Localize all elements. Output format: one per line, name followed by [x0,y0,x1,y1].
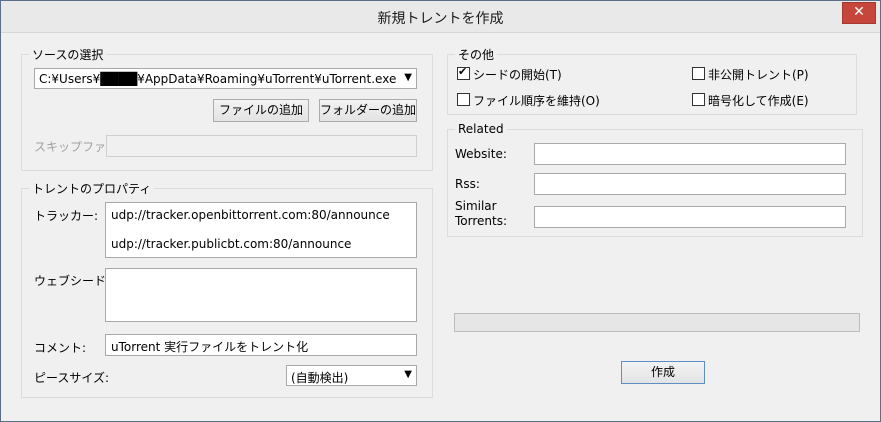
chevron-down-icon[interactable]: ▼ [404,72,412,83]
piece-size-label: ピースサイズ: [34,371,110,385]
encrypt-checkbox[interactable] [692,93,705,106]
comment-input[interactable]: uTorrent 実行ファイルをトレント化 [105,334,417,356]
webseed-textarea[interactable] [105,268,417,322]
other-legend: その他 [458,48,495,62]
related-legend: Related [458,122,504,136]
checkmark-icon: ✔ [458,65,468,78]
comment-value: uTorrent 実行ファイルをトレント化 [111,340,309,354]
start-seeding-checkbox[interactable]: ✔ [457,65,470,80]
comment-label: コメント: [34,341,87,355]
title-bar: 新規トレントを作成 ✕ [1,1,880,33]
properties-legend: トレントのプロパティ [32,182,152,196]
similar-label-line1: Similar [455,199,497,213]
piece-size-select[interactable]: (自動検出) ▼ [286,365,417,386]
piece-size-value: (自動検出) [291,371,349,385]
tracker-line: udp://tracker.openbittorrent.com:80/anno… [111,208,390,222]
add-file-button[interactable]: ファイルの追加 [213,99,309,122]
encrypt-label[interactable]: 暗号化して作成(E) [708,92,809,109]
create-torrent-dialog: 新規トレントを作成 ✕ ソースの選択 C:¥Users¥████¥AppData… [0,0,881,422]
website-input[interactable] [534,143,846,165]
preserve-order-checkbox[interactable] [457,93,470,106]
add-folder-button[interactable]: フォルダーの追加 [319,99,417,122]
tracker-line: udp://tracker.publicbt.com:80/announce [111,237,352,251]
source-path-combo[interactable]: C:¥Users¥████¥AppData¥Roaming¥uTorrent¥u… [34,68,417,89]
progress-bar [454,313,860,332]
create-button[interactable]: 作成 [621,361,705,384]
webseed-label: ウェブシード: [34,274,111,288]
window-title: 新規トレントを作成 [377,11,504,27]
tracker-textarea[interactable]: udp://tracker.openbittorrent.com:80/anno… [105,202,417,258]
private-label[interactable]: 非公開トレント(P) [708,66,809,83]
skip-files-input [106,135,417,157]
website-label: Website: [455,147,507,161]
start-seeding-label[interactable]: シードの開始(T) [473,66,562,83]
source-legend: ソースの選択 [32,48,104,62]
similar-torrents-input[interactable] [534,206,846,228]
rss-input[interactable] [534,173,846,195]
tracker-label: トラッカー: [34,209,99,223]
preserve-order-label[interactable]: ファイル順序を維持(O) [473,92,600,109]
private-checkbox[interactable] [692,67,705,80]
similar-label-line2: Torrents: [455,214,508,228]
close-button[interactable]: ✕ [842,2,876,24]
chevron-down-icon[interactable]: ▼ [404,369,412,380]
source-path-text: C:¥Users¥████¥AppData¥Roaming¥uTorrent¥u… [39,72,397,86]
rss-label: Rss: [455,177,480,191]
